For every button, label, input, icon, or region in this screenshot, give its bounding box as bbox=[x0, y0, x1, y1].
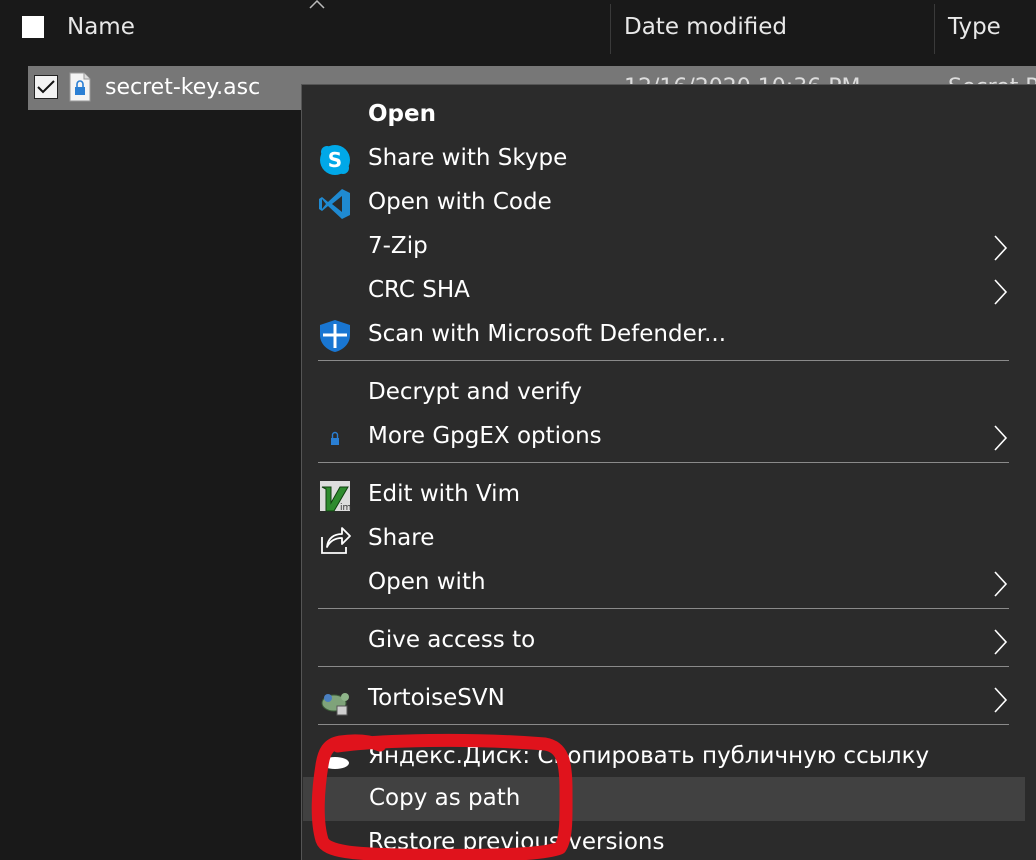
menu-item-yandex-disk[interactable]: Яндекс.Диск: Скопировать публичную ссылк… bbox=[302, 735, 1036, 779]
submenu-chevron-icon bbox=[994, 687, 1008, 713]
tortoisesvn-icon bbox=[321, 693, 349, 716]
menu-item-label: Scan with Microsoft Defender... bbox=[368, 321, 727, 347]
menu-item-open[interactable]: Open bbox=[302, 93, 1036, 137]
column-divider[interactable] bbox=[934, 4, 935, 54]
yandex-disk-icon bbox=[321, 757, 349, 769]
menu-item-crc-sha[interactable]: CRC SHA bbox=[302, 269, 1036, 313]
menu-item-open-with-code[interactable]: Open with Code bbox=[302, 181, 1036, 225]
context-menu: Open S Share with Skype Open with Code 7… bbox=[301, 84, 1036, 860]
checkmark-icon bbox=[37, 80, 55, 94]
menu-item-label: Open with bbox=[368, 569, 486, 595]
menu-item-tortoisesvn[interactable]: TortoiseSVN bbox=[302, 677, 1036, 721]
submenu-chevron-icon bbox=[994, 425, 1008, 451]
vim-icon: im bbox=[320, 481, 351, 513]
menu-item-share-with-skype[interactable]: S Share with Skype bbox=[302, 137, 1036, 181]
menu-item-label: Open bbox=[368, 101, 436, 127]
vscode-icon bbox=[319, 189, 350, 219]
menu-item-label: Яндекс.Диск: Скопировать публичную ссылк… bbox=[368, 743, 930, 769]
sort-ascending-icon[interactable] bbox=[308, 0, 326, 12]
file-checkbox[interactable] bbox=[34, 75, 58, 99]
menu-separator bbox=[318, 462, 1009, 463]
menu-item-label: Copy as path bbox=[369, 785, 521, 811]
menu-item-label: Give access to bbox=[368, 627, 536, 653]
menu-separator bbox=[318, 724, 1009, 725]
menu-item-label: TortoiseSVN bbox=[368, 685, 505, 711]
menu-item-label: Edit with Vim bbox=[368, 481, 520, 507]
submenu-chevron-icon bbox=[994, 571, 1008, 597]
menu-separator bbox=[318, 360, 1009, 361]
submenu-chevron-icon bbox=[994, 629, 1008, 655]
file-explorer-window: Name Date modified Type secret-key.asc 1… bbox=[0, 0, 1036, 860]
share-icon bbox=[321, 527, 351, 554]
column-date-modified[interactable]: Date modified bbox=[624, 14, 787, 40]
menu-separator bbox=[318, 608, 1009, 609]
menu-item-label: Share with Skype bbox=[368, 145, 568, 171]
column-type[interactable]: Type bbox=[948, 14, 1001, 40]
menu-item-label: 7-Zip bbox=[368, 233, 428, 259]
menu-item-label: Decrypt and verify bbox=[368, 379, 582, 405]
file-name[interactable]: secret-key.asc bbox=[105, 75, 260, 100]
menu-separator bbox=[318, 666, 1009, 667]
column-divider[interactable] bbox=[610, 4, 611, 54]
menu-item-open-with[interactable]: Open with bbox=[302, 561, 1036, 605]
menu-item-scan-defender[interactable]: Scan with Microsoft Defender... bbox=[302, 313, 1036, 357]
menu-item-more-gpgex[interactable]: More GpgEX options bbox=[302, 415, 1036, 459]
submenu-chevron-icon bbox=[994, 279, 1008, 305]
column-name[interactable]: Name bbox=[67, 14, 135, 40]
menu-item-restore-previous-versions[interactable]: Restore previous versions bbox=[302, 821, 1036, 860]
menu-item-share[interactable]: Share bbox=[302, 517, 1036, 561]
encrypted-file-icon bbox=[69, 72, 91, 102]
menu-item-label: Share bbox=[368, 525, 435, 551]
defender-shield-icon bbox=[320, 320, 350, 352]
menu-item-give-access[interactable]: Give access to bbox=[302, 619, 1036, 663]
menu-item-label: CRC SHA bbox=[368, 277, 470, 303]
menu-item-copy-as-path[interactable]: Copy as path bbox=[303, 777, 1025, 821]
gpg-lock-icon bbox=[331, 431, 339, 445]
submenu-chevron-icon bbox=[994, 235, 1008, 261]
menu-item-7zip[interactable]: 7-Zip bbox=[302, 225, 1036, 269]
select-all-checkbox[interactable] bbox=[22, 16, 44, 38]
skype-icon: S bbox=[320, 145, 350, 175]
menu-item-label: More GpgEX options bbox=[368, 423, 602, 449]
svg-text:im: im bbox=[340, 503, 351, 513]
menu-item-edit-with-vim[interactable]: im Edit with Vim bbox=[302, 473, 1036, 517]
menu-item-label: Restore previous versions bbox=[368, 829, 665, 855]
column-header: Name Date modified Type bbox=[0, 0, 1036, 56]
svg-text:S: S bbox=[328, 148, 342, 172]
menu-item-label: Open with Code bbox=[368, 189, 552, 215]
menu-item-decrypt-verify[interactable]: Decrypt and verify bbox=[302, 371, 1036, 415]
